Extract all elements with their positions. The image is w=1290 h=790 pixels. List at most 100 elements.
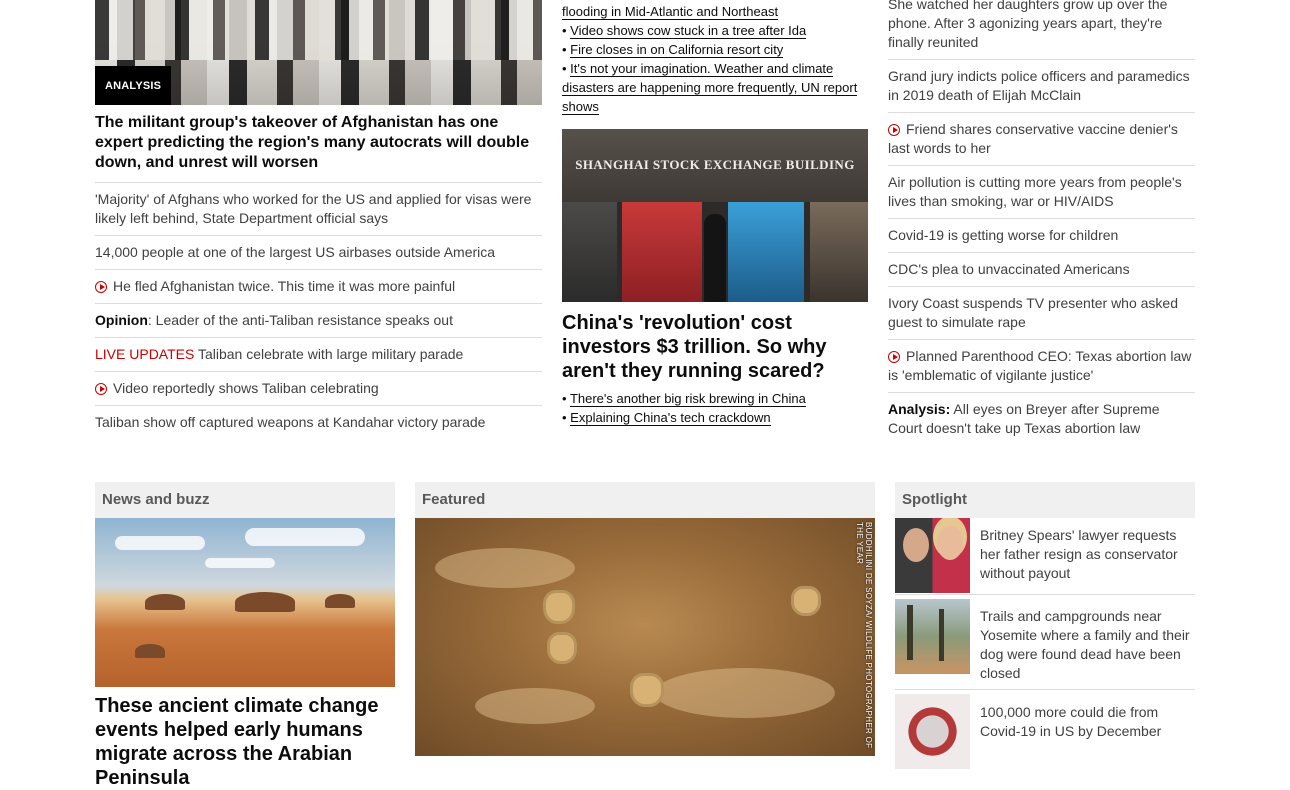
opinion-label: Opinion xyxy=(95,312,148,328)
live-updates-label: LIVE UPDATES xyxy=(95,346,195,362)
story-link[interactable]: Grand jury indicts police officers and p… xyxy=(888,60,1195,113)
thumbnail-tree xyxy=(907,605,913,660)
featured-header: Featured xyxy=(415,482,875,518)
photo-panel xyxy=(622,202,702,302)
britney-spears-thumbnail xyxy=(895,518,970,593)
spotlight-text: Trails and campgrounds near Yosemite whe… xyxy=(980,608,1190,681)
related-link[interactable]: • Explaining China's tech crackdown xyxy=(562,408,868,427)
related-link[interactable]: • Fire closes in on California resort ci… xyxy=(562,40,868,59)
story-link[interactable]: Analysis: All eyes on Breyer after Supre… xyxy=(888,393,1195,445)
coronavirus-thumbnail xyxy=(895,694,970,769)
news-and-buzz-header: News and buzz xyxy=(95,482,395,518)
story-link-text: Grand jury indicts police officers and p… xyxy=(888,68,1190,103)
photo-rock xyxy=(145,594,185,610)
photo-panel xyxy=(810,202,868,302)
story-link[interactable]: Air pollution is cutting more years from… xyxy=(888,166,1195,219)
cheetahs-in-flood-photo[interactable]: BUDDHILINI DE SOYZA/ WILDLIFE PHOTOGRAPH… xyxy=(415,518,875,756)
story-link[interactable]: Opinion: Leader of the anti-Taliban resi… xyxy=(95,304,542,338)
analysis-label: Analysis: xyxy=(888,401,951,417)
analysis-badge: ANALYSIS xyxy=(95,66,172,105)
related-link-text: It's not your imagination. Weather and c… xyxy=(562,61,858,115)
thumbnail-face xyxy=(937,526,963,560)
thumbnail-face xyxy=(903,528,929,562)
story-link[interactable]: Taliban show off captured weapons at Kan… xyxy=(95,406,542,439)
play-video-icon xyxy=(95,281,107,293)
photo-figure xyxy=(704,214,726,302)
photo-cloud xyxy=(115,536,205,550)
photo-rock xyxy=(235,592,295,612)
china-story-column: flooding in Mid-Atlantic and Northeast •… xyxy=(562,1,868,427)
photo-wave xyxy=(655,668,835,718)
story-link-text: Covid-19 is getting worse for children xyxy=(888,227,1119,243)
related-link-text: Fire closes in on California resort city xyxy=(570,42,784,58)
yosemite-trail-thumbnail xyxy=(895,599,970,674)
photo-wave xyxy=(435,548,575,588)
photo-panel xyxy=(728,202,804,302)
related-link[interactable]: flooding in Mid-Atlantic and Northeast xyxy=(562,2,868,21)
video-story-link[interactable]: Planned Parenthood CEO: Texas abortion l… xyxy=(888,340,1195,393)
news-buzz-headline-link[interactable]: These ancient climate change events help… xyxy=(95,694,395,790)
spotlight-item[interactable]: Trails and campgrounds near Yosemite whe… xyxy=(895,599,1195,689)
photo-rock xyxy=(325,594,355,608)
story-link-text: 14,000 people at one of the largest US a… xyxy=(95,244,496,260)
taliban-photo[interactable]: ANALYSIS xyxy=(95,0,542,105)
story-link[interactable]: LIVE UPDATES Taliban celebrate with larg… xyxy=(95,338,542,372)
video-story-link[interactable]: Video reportedly shows Taliban celebrati… xyxy=(95,372,542,406)
story-link-text: Friend shares conservative vaccine denie… xyxy=(888,121,1178,156)
story-link-text: Taliban show off captured weapons at Kan… xyxy=(95,414,486,430)
story-link[interactable]: 14,000 people at one of the largest US a… xyxy=(95,236,542,270)
cheetah-head xyxy=(630,673,664,707)
photo-cloud xyxy=(205,558,275,568)
crowd-illustration xyxy=(95,0,542,60)
shanghai-stock-exchange-photo[interactable]: SHANGHAI STOCK EXCHANGE BUILDING xyxy=(562,129,868,302)
divider xyxy=(895,689,1195,690)
building-sign-text: SHANGHAI STOCK EXCHANGE BUILDING xyxy=(575,157,855,172)
video-story-link[interactable]: He fled Afghanistan twice. This time it … xyxy=(95,270,542,304)
story-link[interactable]: 'Majority' of Afghans who worked for the… xyxy=(95,183,542,236)
spotlight-header: Spotlight xyxy=(895,482,1195,518)
story-link-text: He fled Afghanistan twice. This time it … xyxy=(113,278,456,294)
story-link[interactable]: She watched her daughters grow up over t… xyxy=(888,0,1195,60)
cheetah-head xyxy=(547,632,577,664)
related-link[interactable]: • Video shows cow stuck in a tree after … xyxy=(562,21,868,40)
lead-headline-link[interactable]: The militant group's takeover of Afghani… xyxy=(95,113,542,183)
divider xyxy=(895,594,1195,595)
photo-cloud xyxy=(245,528,365,546)
story-link[interactable]: CDC's plea to unvaccinated Americans xyxy=(888,253,1195,287)
story-link[interactable]: Covid-19 is getting worse for children xyxy=(888,219,1195,253)
story-link-text: Taliban celebrate with large military pa… xyxy=(194,346,464,362)
spotlight-text: 100,000 more could die from Covid-19 in … xyxy=(980,704,1162,739)
spotlight-text: Britney Spears' lawyer requests her fath… xyxy=(980,527,1178,581)
story-link[interactable]: Ivory Coast suspends TV presenter who as… xyxy=(888,287,1195,340)
story-link-text: Air pollution is cutting more years from… xyxy=(888,174,1182,209)
story-link-text: CDC's plea to unvaccinated Americans xyxy=(888,261,1130,277)
spotlight-item[interactable]: Britney Spears' lawyer requests her fath… xyxy=(895,518,1195,594)
related-link[interactable]: • It's not your imagination. Weather and… xyxy=(562,59,868,116)
afghanistan-story-column: ANALYSIS The militant group's takeover o… xyxy=(95,0,542,439)
thumbnail-tree xyxy=(939,609,944,661)
video-story-link[interactable]: Friend shares conservative vaccine denie… xyxy=(888,113,1195,166)
related-link-text: Video shows cow stuck in a tree after Id… xyxy=(570,23,807,39)
story-link-text: Video reportedly shows Taliban celebrati… xyxy=(113,380,379,396)
spotlight-item[interactable]: 100,000 more could die from Covid-19 in … xyxy=(895,694,1195,769)
story-link-text: She watched her daughters grow up over t… xyxy=(888,0,1168,50)
story-link-text: 'Majority' of Afghans who worked for the… xyxy=(95,191,532,226)
story-link-text: Ivory Coast suspends TV presenter who as… xyxy=(888,295,1179,330)
photo-rock xyxy=(135,644,165,658)
building-sign: SHANGHAI STOCK EXCHANGE BUILDING xyxy=(562,129,868,202)
cheetah-head xyxy=(791,586,821,616)
photo-wave xyxy=(475,688,595,724)
related-link-text: There's another big risk brewing in Chin… xyxy=(569,391,806,407)
desert-landscape-photo[interactable] xyxy=(95,518,395,687)
china-headline-link[interactable]: China's 'revolution' cost investors $3 t… xyxy=(562,311,868,383)
related-link-text: Explaining China's tech crackdown xyxy=(570,410,771,426)
photo-credit: BUDDHILINI DE SOYZA/ WILDLIFE PHOTOGRAPH… xyxy=(855,522,873,749)
related-link-text: flooding in Mid-Atlantic and Northeast xyxy=(562,4,779,20)
play-video-icon xyxy=(888,351,900,363)
cheetah-head xyxy=(543,590,575,624)
story-link-text: Planned Parenthood CEO: Texas abortion l… xyxy=(888,348,1192,383)
play-video-icon xyxy=(95,383,107,395)
story-link-text: : Leader of the anti-Taliban resistance … xyxy=(147,312,453,328)
photo-panel xyxy=(562,202,617,302)
related-link[interactable]: • There's another big risk brewing in Ch… xyxy=(562,389,868,408)
